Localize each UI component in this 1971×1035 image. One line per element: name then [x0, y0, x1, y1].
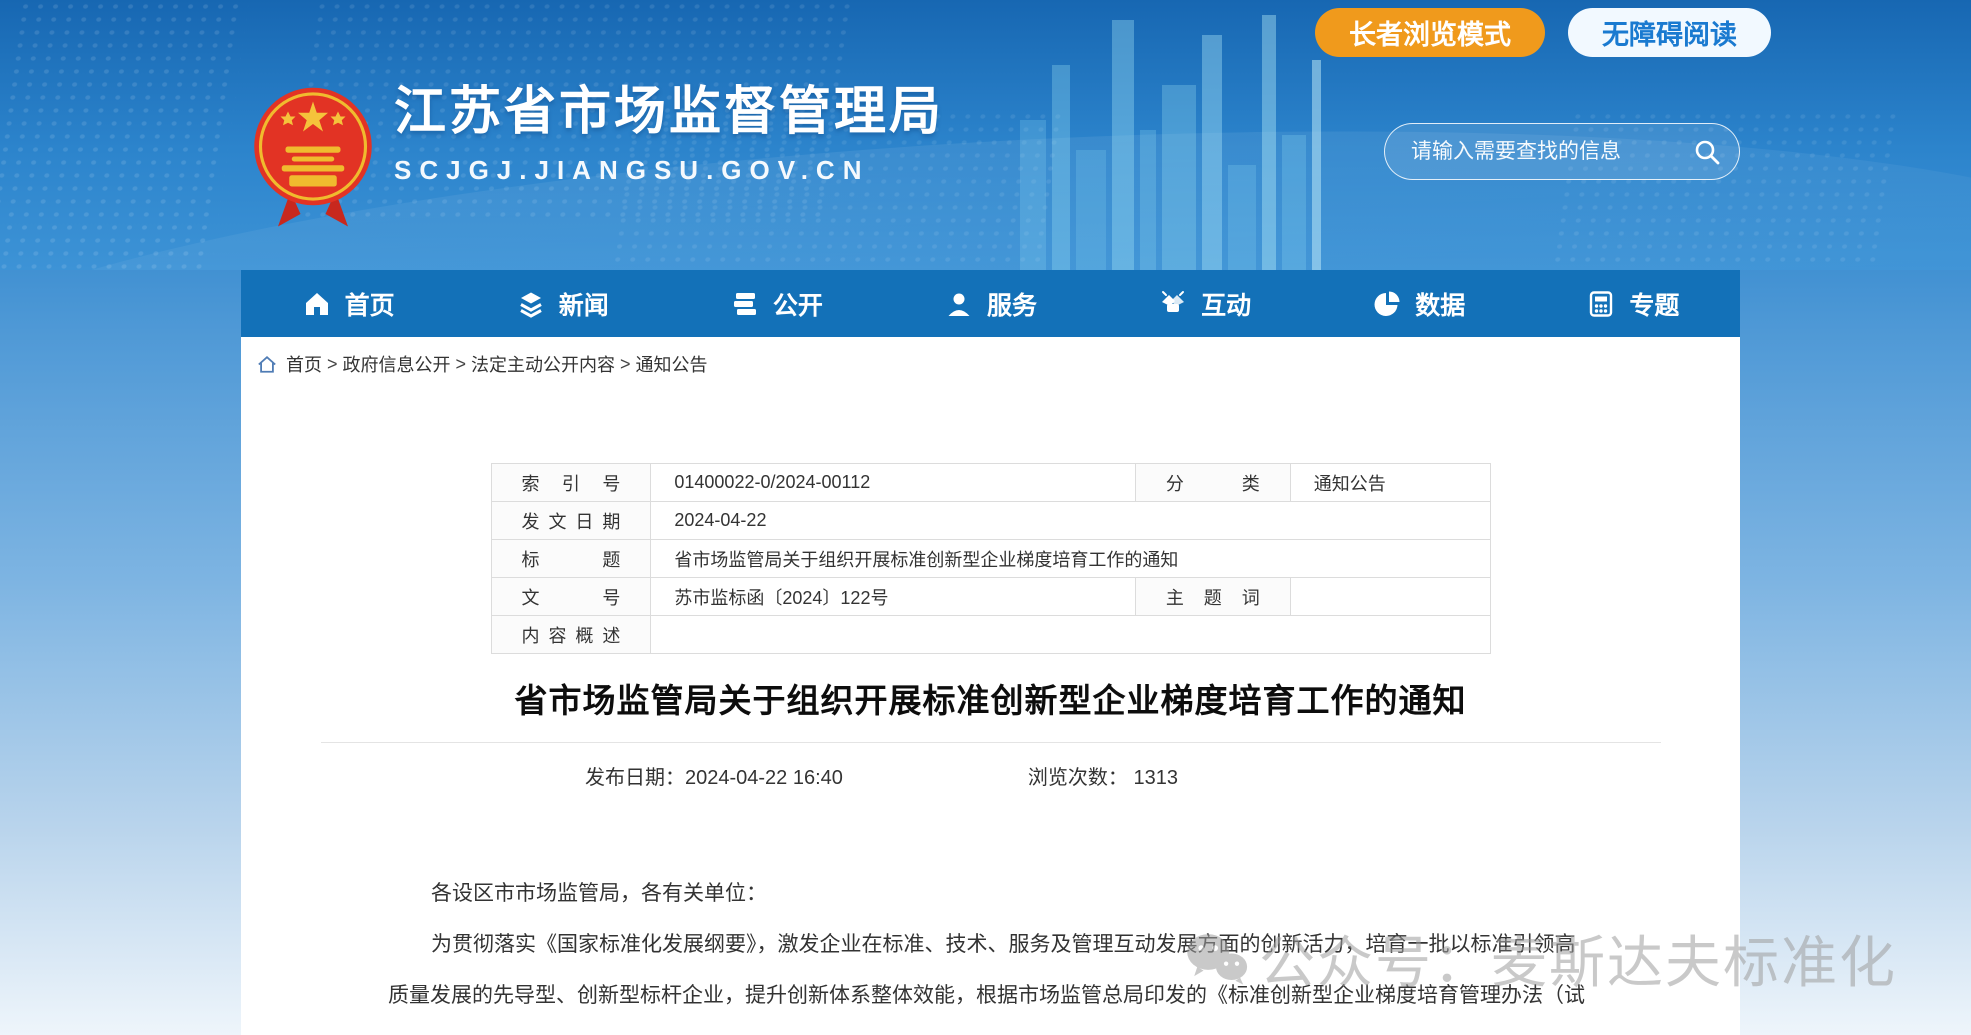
nav-item-interaction[interactable]: 互动 [1098, 270, 1312, 337]
site-search [1384, 123, 1740, 180]
breadcrumb-item-statutory-disclosure[interactable]: 法定主动公开内容 [471, 351, 615, 377]
nav-label: 首页 [345, 286, 395, 322]
article-title: 省市场监管局关于组织开展标准创新型企业梯度培育工作的通知 [241, 674, 1740, 722]
article-body: 各设区市市场监管局，各有关单位： 为贯彻落实《国家标准化发展纲要》，激发企业在标… [388, 868, 1593, 1035]
breadcrumb-separator: > [456, 354, 467, 375]
person-icon [944, 290, 974, 318]
breadcrumb-separator: > [620, 354, 631, 375]
publish-date: 发布日期：2024-04-22 16:40 [585, 761, 843, 790]
site-domain: SCJGJ.JIANGSU.GOV.CN [394, 155, 944, 186]
hex-pattern-decoration [0, 0, 249, 270]
nav-label: 新闻 [559, 286, 609, 322]
search-icon [1693, 138, 1721, 166]
breadcrumb-home-icon [257, 355, 277, 374]
content-panel: 首页 > 政府信息公开 > 法定主动公开内容 > 通知公告 索引号 014000… [241, 337, 1740, 1035]
nav-label: 公开 [773, 286, 823, 322]
nav-label: 互动 [1201, 286, 1251, 322]
view-count-value: 1313 [1133, 767, 1178, 789]
breadcrumb: 首页 > 政府信息公开 > 法定主动公开内容 > 通知公告 [241, 337, 1740, 377]
doc-number-value: 苏市监标函〔2024〕122号 [651, 578, 1135, 616]
main-nav: 首页 新闻 公开 服务 [241, 270, 1740, 337]
index-number-value: 01400022-0/2024-00112 [651, 464, 1135, 502]
site-header: 长者浏览模式 无障碍阅读 江苏省市场监督管理局 SCJGJ.JIANGSU.GO… [0, 0, 1971, 270]
breadcrumb-item-gov-info[interactable]: 政府信息公开 [343, 351, 451, 377]
national-emblem [250, 84, 376, 234]
table-row: 内容概述 [491, 616, 1490, 654]
title-value: 省市场监管局关于组织开展标准创新型企业梯度培育工作的通知 [651, 540, 1490, 578]
site-title: 江苏省市场监督管理局 [394, 84, 944, 141]
breadcrumb-separator: > [327, 354, 338, 375]
table-row: 索引号 01400022-0/2024-00112 分类 通知公告 [491, 464, 1490, 502]
doc-number-label: 文号 [491, 578, 651, 616]
category-label: 分类 [1135, 464, 1290, 502]
nav-item-services[interactable]: 服务 [883, 270, 1097, 337]
paragraph: 各设区市市场监管局，各有关单位： [388, 868, 1593, 919]
publish-date-value: 2024-04-22 16:40 [685, 767, 843, 789]
paragraph: 为贯彻落实《国家标准化发展纲要》，激发企业在标准、技术、服务及管理互动发展方面的… [388, 919, 1593, 1035]
issue-date-label: 发文日期 [491, 502, 651, 540]
search-button[interactable] [1693, 138, 1721, 166]
calculator-icon [1586, 290, 1616, 318]
nav-item-home[interactable]: 首页 [241, 270, 455, 337]
search-input[interactable] [1411, 140, 1693, 164]
view-count-label: 浏览次数： [1028, 767, 1128, 789]
subject-words-value [1290, 578, 1490, 616]
view-count: 浏览次数： 1313 [1028, 761, 1178, 790]
index-number-label: 索引号 [491, 464, 651, 502]
title-label: 标题 [491, 540, 651, 578]
nav-item-news[interactable]: 新闻 [455, 270, 669, 337]
table-row: 标题 省市场监管局关于组织开展标准创新型企业梯度培育工作的通知 [491, 540, 1490, 578]
pie-chart-icon [1372, 290, 1402, 318]
nav-label: 专题 [1629, 286, 1679, 322]
nav-label: 数据 [1415, 286, 1465, 322]
content-summary-label: 内容概述 [491, 616, 651, 654]
nav-item-data[interactable]: 数据 [1312, 270, 1526, 337]
accessibility-reading-button[interactable]: 无障碍阅读 [1568, 8, 1771, 57]
nav-item-special-topics[interactable]: 专题 [1526, 270, 1740, 337]
header-quick-buttons: 长者浏览模式 无障碍阅读 [1315, 8, 1771, 57]
category-value: 通知公告 [1290, 464, 1490, 502]
breadcrumb-item-notices[interactable]: 通知公告 [636, 351, 708, 377]
document-info-table: 索引号 01400022-0/2024-00112 分类 通知公告 发文日期 2… [491, 463, 1491, 654]
content-summary-value [651, 616, 1490, 654]
nav-item-public-disclosure[interactable]: 公开 [669, 270, 883, 337]
home-icon [302, 290, 332, 318]
elder-mode-button[interactable]: 长者浏览模式 [1315, 8, 1545, 57]
page: 长者浏览模式 无障碍阅读 江苏省市场监督管理局 SCJGJ.JIANGSU.GO… [0, 0, 1971, 1035]
nav-label: 服务 [987, 286, 1037, 322]
subject-words-label: 主题词 [1135, 578, 1290, 616]
site-brand: 江苏省市场监督管理局 SCJGJ.JIANGSU.GOV.CN [250, 84, 944, 234]
table-row: 文号 苏市监标函〔2024〕122号 主题词 [491, 578, 1490, 616]
title-divider [321, 742, 1661, 743]
issue-date-value: 2024-04-22 [651, 502, 1490, 540]
publish-date-label: 发布日期： [585, 767, 685, 789]
books-icon [730, 290, 760, 318]
article-meta: 发布日期：2024-04-22 16:40 浏览次数： 1313 [241, 761, 1740, 790]
layers-icon [516, 290, 546, 318]
table-row: 发文日期 2024-04-22 [491, 502, 1490, 540]
handshake-icon [1158, 290, 1188, 318]
breadcrumb-item-home[interactable]: 首页 [286, 351, 322, 377]
